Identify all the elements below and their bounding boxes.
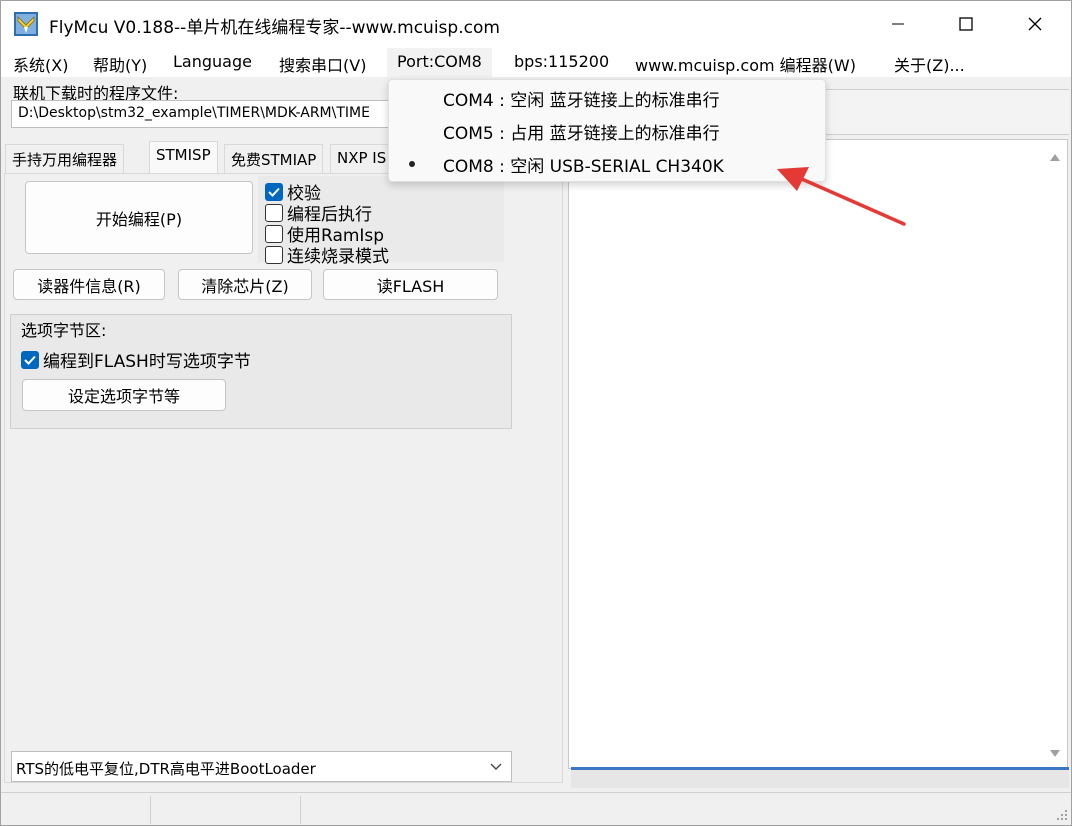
write-option-bytes-checkbox[interactable] — [21, 350, 39, 369]
check-icon — [268, 187, 280, 197]
annotation-arrow-icon — [777, 167, 906, 226]
tab-stmisp[interactable]: STMISP — [149, 141, 218, 174]
title-bar: FlyMcu V0.188--单片机在线编程专家--www.mcuisp.com — [1, 1, 1071, 47]
close-icon — [1028, 17, 1042, 31]
menu-port[interactable]: Port:COM8 — [387, 48, 492, 77]
port-option-com4[interactable]: COM4 : 空闲 蓝牙链接上的标准串行 — [443, 86, 720, 111]
menu-baud-rate[interactable]: bps:115200 — [514, 52, 609, 71]
window-title: FlyMcu V0.188--单片机在线编程专家--www.mcuisp.com — [49, 18, 500, 38]
set-option-bytes-button[interactable]: 设定选项字节等 — [22, 379, 226, 411]
maximize-button[interactable] — [932, 1, 1000, 47]
scroll-down-arrow-icon[interactable] — [1048, 748, 1062, 760]
tab-nxp-isp[interactable]: NXP IS — [330, 144, 390, 173]
option-bytes-title: 选项字节区: — [21, 321, 107, 340]
check-icon — [24, 355, 36, 365]
menu-about[interactable]: 关于(Z)... — [894, 52, 965, 76]
scroll-up-arrow-icon[interactable] — [1048, 151, 1062, 163]
program-file-path-input[interactable]: D:\Desktop\stm32_example\TIMER\MDK-ARM\T… — [11, 100, 399, 128]
read-device-info-button[interactable]: 读器件信息(R) — [13, 269, 165, 300]
use-ramisp-checkbox[interactable] — [265, 224, 283, 243]
maximize-icon — [959, 17, 973, 31]
continuous-burn-checkbox-row[interactable]: 连续烧录模式 — [265, 242, 389, 267]
start-programming-button[interactable]: 开始编程(P) — [25, 181, 253, 254]
port-option-com8[interactable]: COM8 : 空闲 USB-SERIAL CH340K — [443, 152, 724, 177]
menu-bar: 系统(X) 帮助(Y) Language 搜索串口(V) Port:COM8 b… — [1, 47, 1071, 77]
continuous-burn-checkbox[interactable] — [265, 245, 283, 264]
boot-mode-select[interactable]: RTS的低电平复位,DTR高电平进BootLoader — [11, 751, 512, 782]
output-log-area[interactable] — [568, 139, 1068, 769]
menu-search-port[interactable]: 搜索串口(V) — [279, 52, 366, 76]
menu-language[interactable]: Language — [173, 52, 252, 71]
menu-help[interactable]: 帮助(Y) — [93, 52, 147, 76]
selected-bullet-icon — [409, 161, 415, 167]
app-logo-icon — [14, 12, 38, 36]
erase-chip-button[interactable]: 清除芯片(Z) — [178, 269, 312, 300]
port-option-com5[interactable]: COM5 : 占用 蓝牙链接上的标准串行 — [443, 119, 720, 144]
close-button[interactable] — [1001, 1, 1069, 47]
flymcu-window: FlyMcu V0.188--单片机在线编程专家--www.mcuisp.com… — [0, 0, 1072, 826]
continuous-burn-label: 连续烧录模式 — [287, 247, 389, 267]
menu-programmer[interactable]: www.mcuisp.com 编程器(W) — [635, 52, 856, 76]
minimize-button[interactable] — [864, 1, 932, 47]
chevron-down-icon — [490, 763, 502, 770]
write-option-bytes-checkbox-row[interactable]: 编程到FLASH时写选项字节 — [21, 347, 251, 372]
tab-handheld-programmer[interactable]: 手持万用编程器 — [5, 144, 125, 173]
run-after-program-checkbox[interactable] — [265, 203, 283, 222]
boot-mode-value: RTS的低电平复位,DTR高电平进BootLoader — [16, 760, 316, 778]
progress-bar — [571, 770, 1069, 788]
status-cell-1 — [1, 796, 151, 824]
status-cell-2 — [151, 796, 301, 824]
resize-grip-icon[interactable] — [1053, 807, 1069, 823]
tab-free-stmiap[interactable]: 免费STMIAP — [224, 144, 324, 173]
read-flash-button[interactable]: 读FLASH — [323, 269, 498, 300]
minimize-icon — [892, 23, 904, 25]
menu-system[interactable]: 系统(X) — [13, 52, 68, 76]
verify-checkbox[interactable] — [265, 182, 283, 201]
write-option-bytes-label: 编程到FLASH时写选项字节 — [43, 352, 251, 372]
